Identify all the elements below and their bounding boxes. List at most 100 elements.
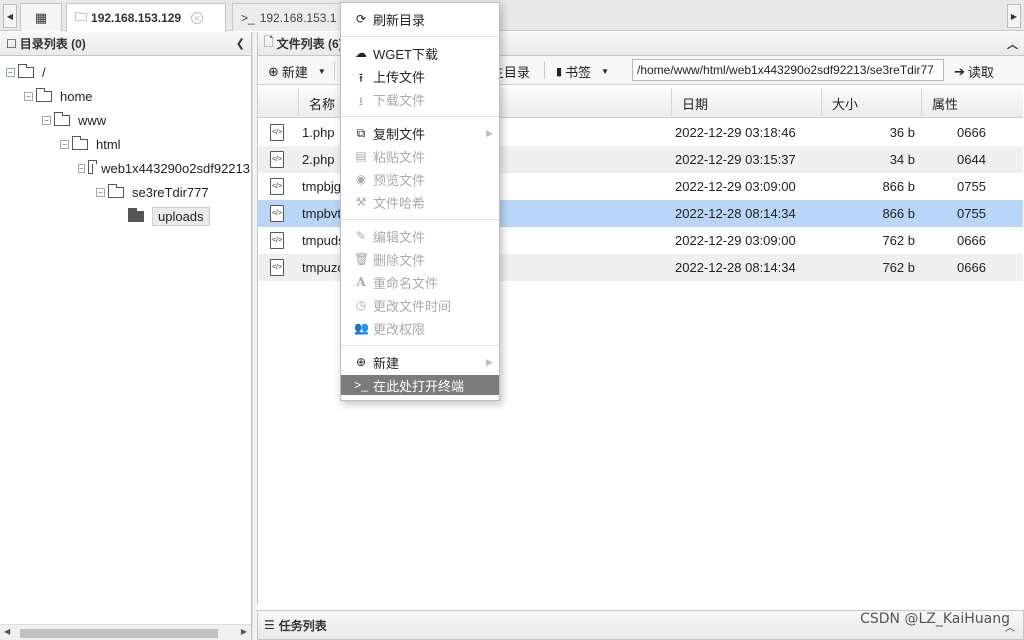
tab-home[interactable]: ▦ <box>20 3 62 31</box>
clock-icon: ◷ <box>355 298 367 312</box>
bookmark-button-label: 书签 <box>565 65 592 80</box>
menu-item-change-perm[interactable]: 👥 更改权限 <box>341 317 499 339</box>
menu-divider <box>341 36 499 37</box>
scroll-left-icon[interactable]: ◀ <box>4 627 10 636</box>
directory-panel: ☐ 目录列表 (0) ❮ − / − home − www − html − w… <box>0 32 252 640</box>
menu-item-label: 删除文件 <box>373 252 426 268</box>
file-perm: 0755 <box>957 206 986 221</box>
tree-node-label: web1x443290o2sdf92213 <box>101 160 250 176</box>
column-size[interactable]: 大小 <box>821 88 921 118</box>
menu-item-download[interactable]: ⭳ 下载文件 <box>341 88 499 110</box>
toolbar-divider <box>334 61 335 79</box>
folder-icon <box>108 183 124 198</box>
collapse-node-icon[interactable]: − <box>6 67 15 77</box>
menu-item-label: 文件哈希 <box>373 195 426 211</box>
file-perm: 0755 <box>957 179 986 194</box>
menu-item-label: 下载文件 <box>373 92 426 108</box>
menu-item-paste[interactable]: ▤ 粘贴文件 <box>341 145 499 167</box>
directory-panel-title: 目录列表 (0) <box>19 37 86 51</box>
menu-item-delete[interactable]: 🗑 删除文件 <box>341 248 499 270</box>
file-date: 2022-12-29 03:09:00 <box>675 233 796 248</box>
tab-scroll-left-button[interactable]: ◀ <box>3 4 17 28</box>
menu-item-wget[interactable]: ☁ WGET下载 <box>341 42 499 64</box>
collapse-node-icon[interactable]: − <box>60 139 69 149</box>
tree-node-www[interactable]: − www <box>42 110 106 130</box>
menu-item-label: 粘贴文件 <box>373 149 426 165</box>
menu-item-upload[interactable]: ⭱ 上传文件 <box>341 65 499 87</box>
menu-divider <box>341 345 499 346</box>
refresh-icon: ⟳ <box>355 12 367 26</box>
terminal-icon: >_ <box>354 378 368 392</box>
column-label: 名称 <box>309 96 336 112</box>
horizontal-scrollbar[interactable]: ◀ ▶ <box>0 624 251 640</box>
tree-node-label: home <box>60 88 93 104</box>
tree-node-label: uploads <box>152 206 210 226</box>
edit-icon: ✎ <box>355 229 367 243</box>
menu-item-label: 在此处打开终端 <box>373 378 465 394</box>
context-menu: ⟳ 刷新目录 ☁ WGET下载 ⭱ 上传文件 ⭳ 下载文件 ⧉ 复制文件 ▶ ▤… <box>340 2 500 401</box>
column-date[interactable]: 日期 <box>671 88 821 118</box>
gavel-icon: ⚒ <box>355 195 367 209</box>
tree-node-label: www <box>78 112 107 128</box>
watermark: CSDN @LZ_KaiHuang <box>860 611 1010 627</box>
file-size: 866 b <box>882 179 915 194</box>
folder-icon <box>72 135 88 150</box>
new-button[interactable]: ⊕ 新建 ▼ <box>268 62 326 81</box>
path-input[interactable] <box>632 59 944 81</box>
menu-item-copy[interactable]: ⧉ 复制文件 ▶ <box>341 122 499 144</box>
menu-item-refresh-dir[interactable]: ⟳ 刷新目录 <box>341 8 499 30</box>
menu-item-preview[interactable]: ◉ 预览文件 <box>341 168 499 190</box>
tab-terminal[interactable]: >_ 192.168.153.1 <box>232 3 352 31</box>
tree-node-label: / <box>42 64 46 80</box>
menu-divider <box>341 219 499 220</box>
menu-item-label: 编辑文件 <box>373 229 426 245</box>
file-name: 2.php <box>302 152 335 167</box>
tab-active-connection[interactable]: 🗀 192.168.153.129 ✕ <box>66 3 226 32</box>
menu-divider <box>341 116 499 117</box>
tab-bar: ◀ ▦ 🗀 192.168.153.129 ✕ >_ 192.168.153.1… <box>0 0 1024 32</box>
menu-item-rename[interactable]: A 重命名文件 <box>341 271 499 293</box>
copy-icon: ⧉ <box>356 126 366 140</box>
collapse-left-icon[interactable]: ❮ <box>236 37 245 50</box>
php-file-icon: </> <box>270 146 284 173</box>
users-icon: 👥 <box>354 321 369 335</box>
read-button[interactable]: ➔ 读取 <box>954 62 994 81</box>
menu-item-label: 新建 <box>373 355 400 371</box>
collapse-node-icon[interactable]: − <box>24 91 33 101</box>
file-panel-title: 文件列表 (6) <box>276 37 343 51</box>
file-size: 36 b <box>889 125 915 140</box>
grid-icon: ▦ <box>34 9 48 25</box>
paste-icon: ▤ <box>355 149 367 163</box>
folder-icon <box>36 87 52 102</box>
menu-item-change-time[interactable]: ◷ 更改文件时间 <box>341 294 499 316</box>
scrollbar-thumb[interactable] <box>20 629 218 638</box>
collapse-up-icon[interactable]: ︿ <box>1007 36 1018 52</box>
tree-node-web1x[interactable]: − web1x443290o2sdf92213 <box>78 158 250 178</box>
tree-node-root[interactable]: − / <box>6 62 46 82</box>
collapse-node-icon[interactable]: − <box>78 163 85 173</box>
column-perm[interactable]: 属性 <box>921 88 1021 118</box>
terminal-icon: >_ <box>241 10 255 25</box>
file-size: 762 b <box>882 233 915 248</box>
scroll-right-icon[interactable]: ▶ <box>241 627 247 636</box>
folder-icon <box>54 111 70 126</box>
menu-item-hash[interactable]: ⚒ 文件哈希 <box>341 191 499 213</box>
tree-node-uploads[interactable]: uploads <box>128 206 210 226</box>
close-icon[interactable]: ✕ <box>191 12 204 24</box>
bookmark-button[interactable]: ▮ 书签 ▼ <box>556 62 609 81</box>
tree-node-home[interactable]: − home <box>24 86 93 106</box>
menu-item-new[interactable]: ⊕ 新建 ▶ <box>341 351 499 373</box>
php-file-icon: </> <box>270 119 284 146</box>
menu-item-open-terminal[interactable]: >_ 在此处打开终端 <box>341 375 499 395</box>
tree-node-se3retdir777[interactable]: − se3reTdir777 <box>96 182 209 202</box>
menu-item-edit[interactable]: ✎ 编辑文件 <box>341 225 499 247</box>
folder-icon: 🗀 <box>75 9 88 24</box>
file-date: 2022-12-29 03:09:00 <box>675 179 796 194</box>
tree-node-html[interactable]: − html <box>60 134 121 154</box>
plus-circle-icon: ⊕ <box>355 355 367 369</box>
collapse-node-icon[interactable]: − <box>42 115 51 125</box>
font-icon: A <box>356 275 366 289</box>
collapse-node-icon[interactable]: − <box>96 187 105 197</box>
tab-scroll-right-button[interactable]: ▶ <box>1007 4 1021 28</box>
php-file-icon: </> <box>270 254 284 281</box>
